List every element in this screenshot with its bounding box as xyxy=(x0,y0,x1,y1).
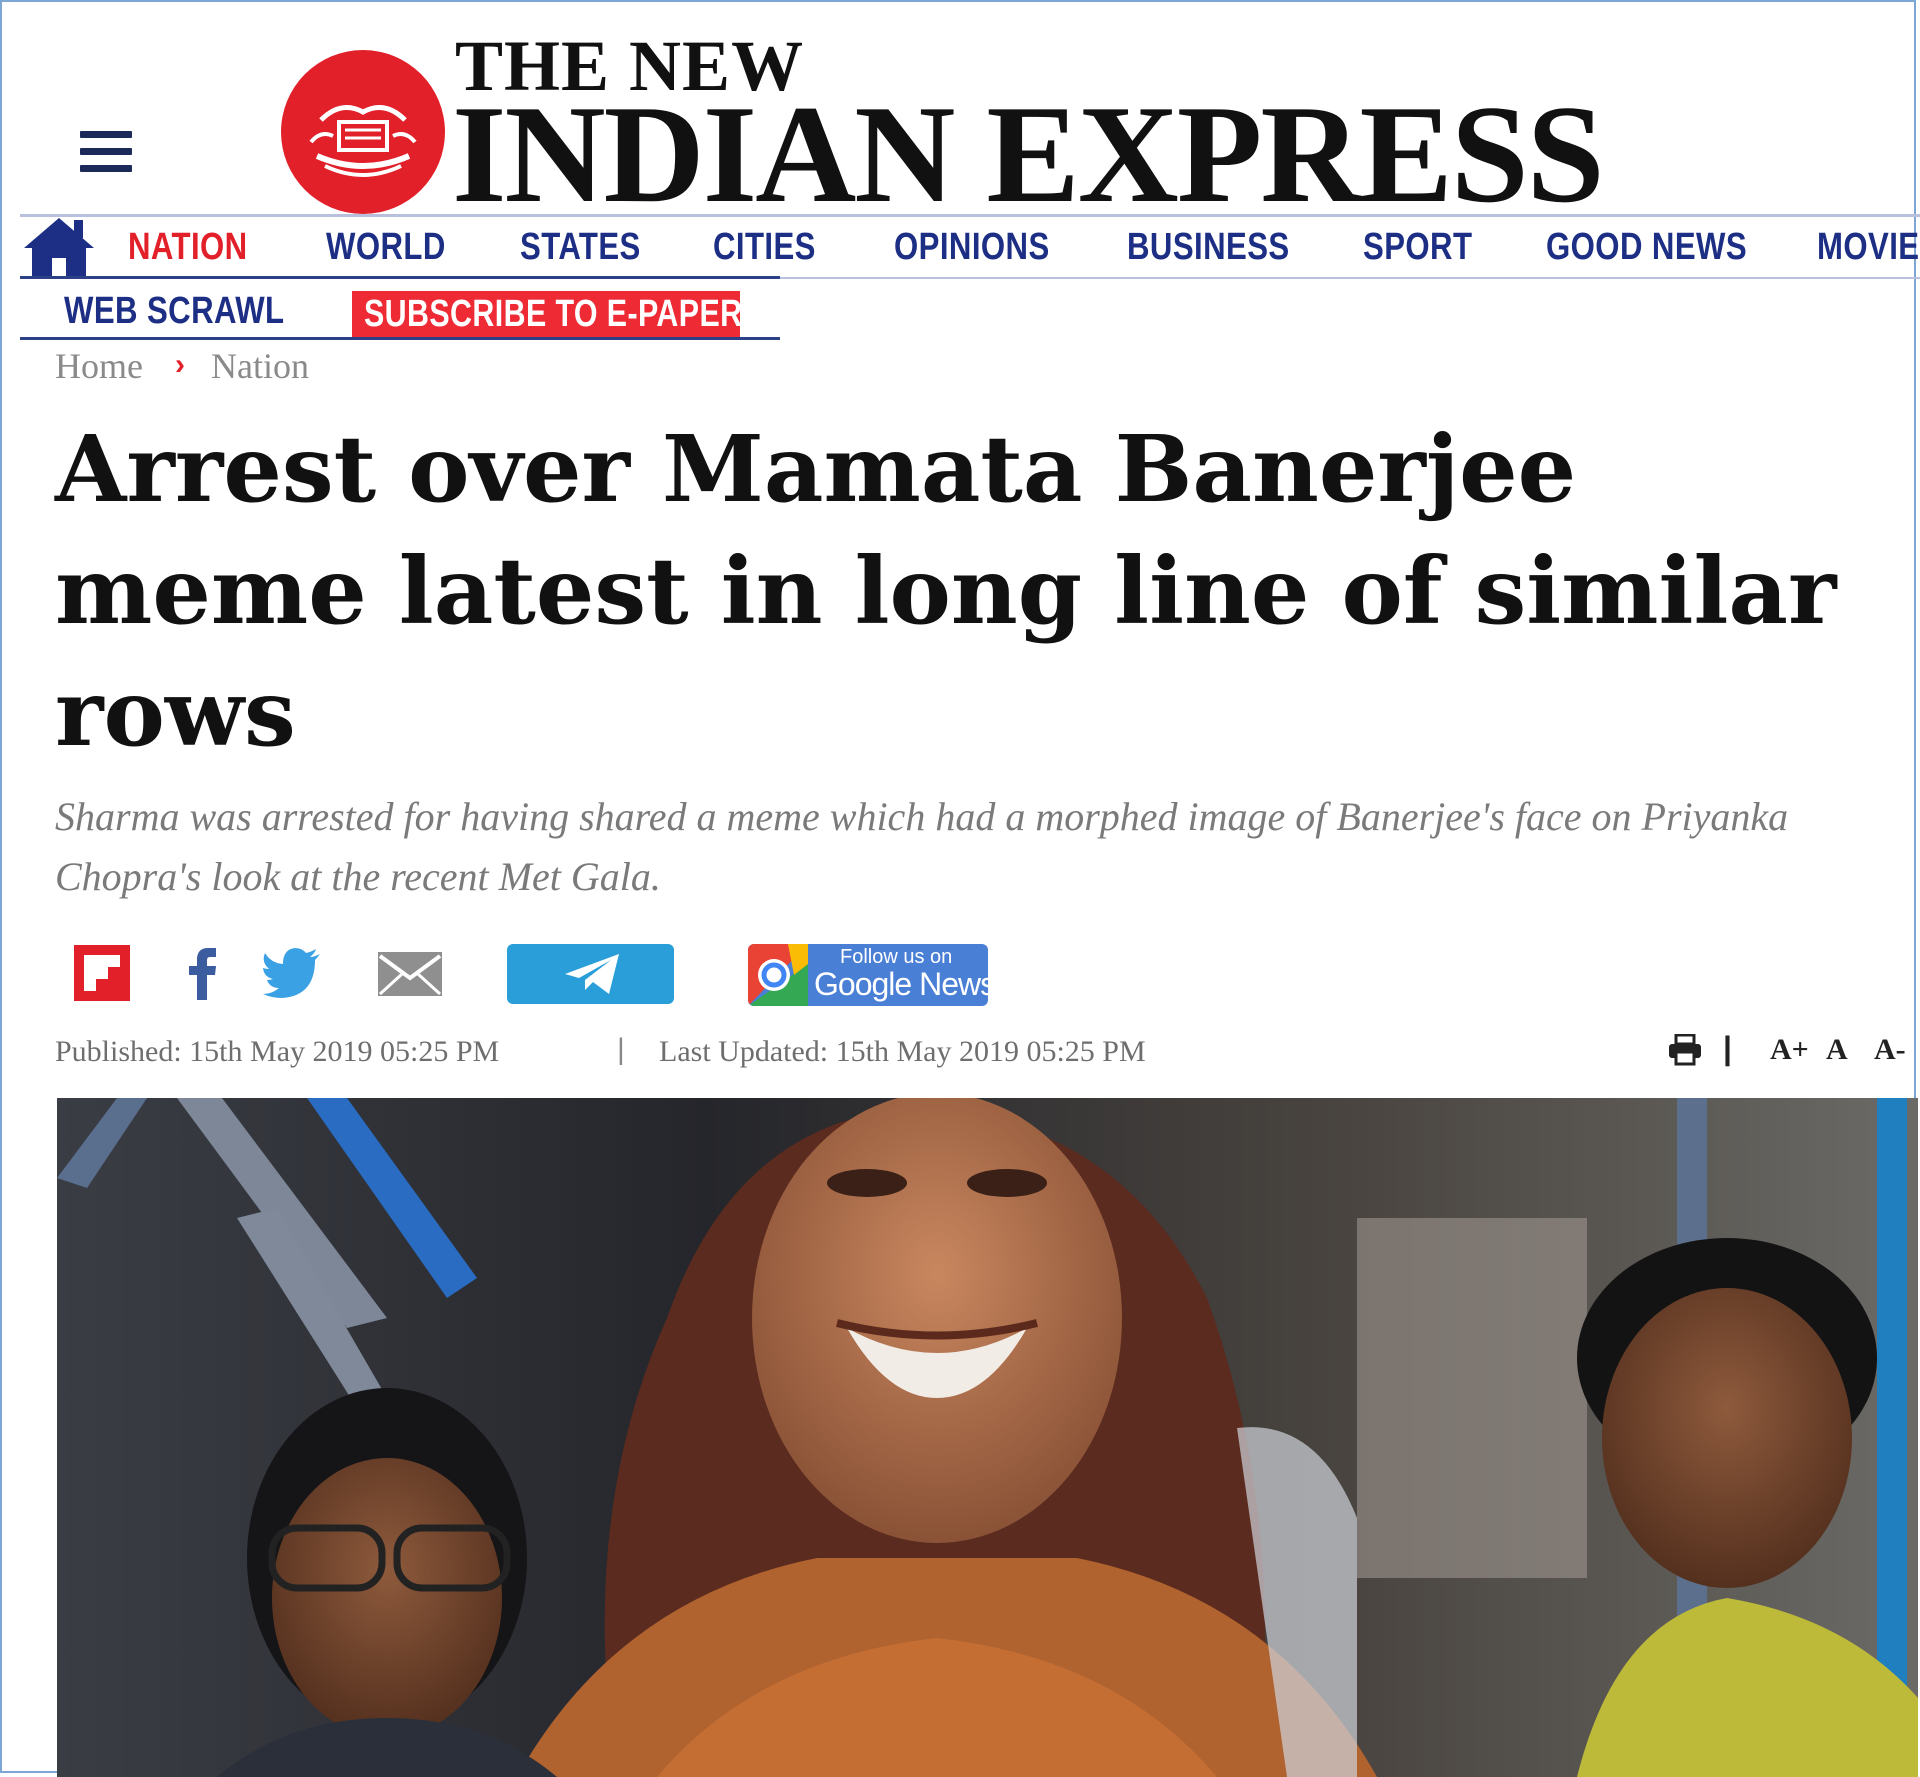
published-date: Published: 15th May 2019 05:25 PM xyxy=(55,1035,500,1068)
print-icon[interactable] xyxy=(1668,1033,1702,1066)
article-summary: Sharma was arrested for having shared a … xyxy=(55,794,1789,899)
nav-item-states[interactable]: STATES xyxy=(520,226,641,269)
home-icon[interactable] xyxy=(22,214,96,278)
nav-item-opinions[interactable]: OPINIONS xyxy=(894,226,1050,269)
telegram-icon[interactable] xyxy=(507,944,674,1004)
hamburger-menu-icon[interactable] xyxy=(80,131,132,172)
font-increase-button[interactable]: A+ xyxy=(1770,1033,1809,1067)
subscribe-label: SUBSCRIBE TO E-PAPER xyxy=(364,293,743,335)
twitter-icon[interactable] xyxy=(262,948,322,998)
breadcrumb-home[interactable]: Home xyxy=(55,345,143,387)
nav-item-good-news[interactable]: GOOD NEWS xyxy=(1546,226,1747,269)
last-updated-date: Last Updated: 15th May 2019 05:25 PM xyxy=(659,1035,1146,1068)
breadcrumb-section[interactable]: Nation xyxy=(211,345,309,387)
tools-separator: | xyxy=(1723,1030,1732,1066)
font-decrease-button[interactable]: A- xyxy=(1874,1033,1906,1067)
nav-item-cities[interactable]: CITIES xyxy=(713,226,816,269)
subscribe-epaper-button[interactable]: SUBSCRIBE TO E-PAPER xyxy=(352,291,743,337)
nav-divider-bottom xyxy=(20,337,780,340)
article-photo xyxy=(57,1098,1918,1777)
article-headline: Arrest over Mamata Banerjee meme latest … xyxy=(55,415,1837,767)
facebook-icon[interactable] xyxy=(182,938,222,1002)
newspaper-emblem-logo[interactable] xyxy=(281,50,445,214)
nav-divider-top xyxy=(20,214,1920,217)
google-news-label: Google News xyxy=(814,966,988,1002)
nav-item-nation[interactable]: NATION xyxy=(128,226,248,269)
nav-item-sport[interactable]: SPORT xyxy=(1363,226,1472,269)
nav-item-movie[interactable]: MOVIE xyxy=(1817,226,1919,269)
meta-separator: | xyxy=(617,1033,625,1066)
flipboard-icon[interactable] xyxy=(74,945,130,1001)
font-normal-button[interactable]: A xyxy=(1826,1033,1848,1067)
google-news-icon[interactable]: Follow us on Google News xyxy=(748,944,988,1006)
masthead-title[interactable]: INDIAN EXPRESS xyxy=(452,85,1605,225)
nav-item-business[interactable]: BUSINESS xyxy=(1127,226,1290,269)
nav-divider-middle-right xyxy=(780,277,1920,279)
nav-item-world[interactable]: WORLD xyxy=(326,226,446,269)
breadcrumb-chevron-icon: › xyxy=(175,348,185,381)
email-icon[interactable] xyxy=(376,950,444,998)
nav-item-web-scrawl[interactable]: WEB SCRAWL xyxy=(64,290,284,333)
nav-divider-middle xyxy=(20,276,780,279)
